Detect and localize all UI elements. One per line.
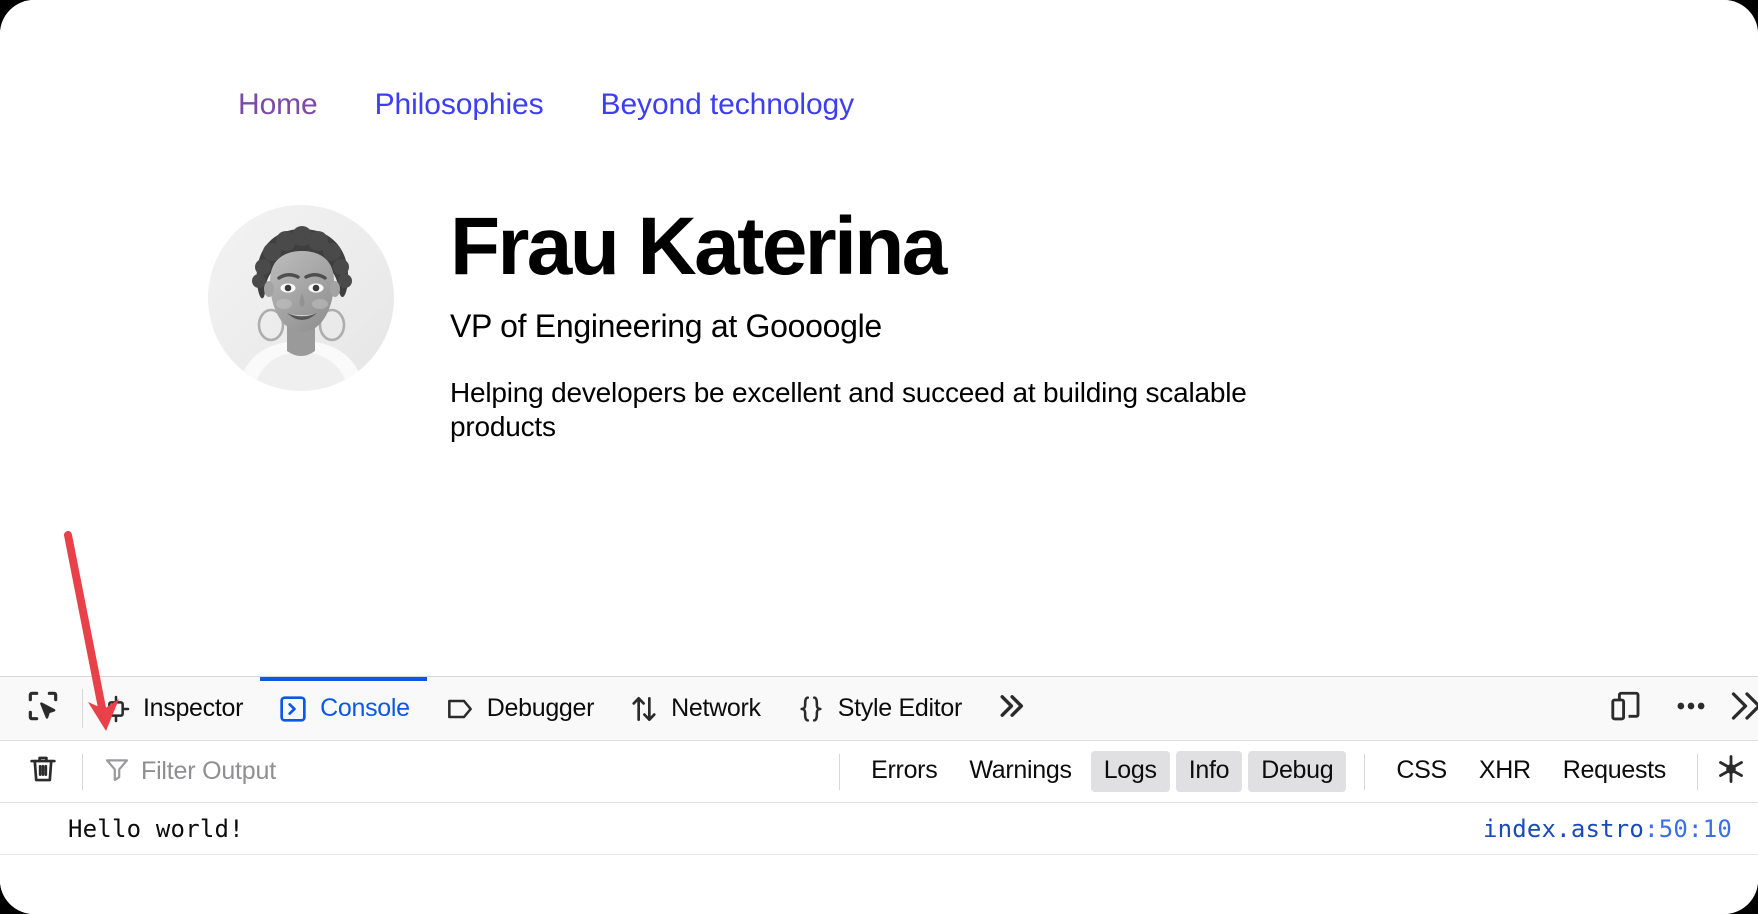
debugger-tag-icon — [444, 693, 476, 725]
console-prompt-icon — [277, 693, 309, 725]
avatar — [208, 205, 394, 391]
element-picker-icon — [24, 687, 62, 730]
filter-requests[interactable]: Requests — [1550, 751, 1679, 792]
devtools-panel: Inspector Console — [0, 676, 1758, 914]
filter-debug[interactable]: Debug — [1248, 751, 1346, 792]
inspector-icon — [100, 693, 132, 725]
element-picker-button[interactable] — [0, 677, 82, 740]
funnel-icon — [103, 755, 131, 788]
hero-section: Frau Katerina VP of Engineering at Goooo… — [208, 205, 1350, 444]
console-settings-icon — [1714, 752, 1748, 791]
web-page-viewport: Home Philosophies Beyond technology — [0, 0, 1758, 676]
tabs-overflow-button[interactable] — [979, 677, 1041, 740]
console-message-text: Hello world! — [68, 815, 244, 843]
network-arrows-icon — [628, 693, 660, 725]
hero-text: Frau Katerina VP of Engineering at Goooo… — [450, 205, 1350, 444]
nav-link-beyond-technology[interactable]: Beyond technology — [601, 88, 855, 122]
search-input[interactable] — [141, 757, 839, 786]
filter-logs[interactable]: Logs — [1091, 751, 1170, 792]
devtools-menu-button[interactable] — [1658, 677, 1724, 740]
devtools-toolbar: Inspector Console — [0, 677, 1758, 741]
site-navigation: Home Philosophies Beyond technology — [238, 88, 854, 122]
style-editor-braces-icon — [795, 693, 827, 725]
console-source-position: :50:10 — [1644, 815, 1732, 843]
console-output[interactable]: Hello world! index.astro:50:10 — [0, 803, 1758, 914]
responsive-design-mode-icon — [1608, 688, 1644, 729]
clear-console-button[interactable] — [0, 752, 82, 791]
severity-filter-group: Errors Warnings Logs Info Debug — [840, 751, 1364, 792]
console-source-link[interactable]: index.astro:50:10 — [1483, 815, 1732, 843]
filter-info[interactable]: Info — [1176, 751, 1243, 792]
filter-errors[interactable]: Errors — [858, 751, 950, 792]
close-devtools-button[interactable] — [1724, 677, 1758, 740]
tab-inspector[interactable]: Inspector — [83, 677, 260, 740]
meatball-menu-icon — [1672, 687, 1710, 730]
tab-network[interactable]: Network — [611, 677, 778, 740]
nav-link-philosophies[interactable]: Philosophies — [375, 88, 544, 122]
console-settings-button[interactable] — [1698, 752, 1758, 791]
filter-warnings[interactable]: Warnings — [956, 751, 1084, 792]
tab-style-editor-label: Style Editor — [838, 694, 962, 723]
filter-input-wrap[interactable] — [83, 755, 839, 788]
tab-style-editor[interactable]: Style Editor — [778, 677, 979, 740]
browser-window: Home Philosophies Beyond technology — [0, 0, 1758, 914]
hero-bio: Helping developers be excellent and succ… — [450, 376, 1350, 444]
responsive-design-mode-button[interactable] — [1594, 677, 1658, 740]
tab-console-label: Console — [320, 694, 410, 723]
tab-inspector-label: Inspector — [143, 694, 243, 723]
devtools-tabs: Inspector Console — [83, 677, 1041, 740]
tab-debugger[interactable]: Debugger — [427, 677, 611, 740]
console-message-row[interactable]: Hello world! index.astro:50:10 — [0, 803, 1758, 855]
devtools-toolbar-actions — [1594, 677, 1758, 740]
filter-css[interactable]: CSS — [1383, 751, 1460, 792]
console-filter-bar: Errors Warnings Logs Info Debug CSS XHR … — [0, 741, 1758, 803]
trash-icon — [26, 752, 60, 791]
nav-link-home[interactable]: Home — [238, 88, 318, 122]
hero-role: VP of Engineering at Goooogle — [450, 307, 1350, 345]
close-devtools-icon — [1726, 688, 1758, 729]
tab-debugger-label: Debugger — [487, 694, 594, 723]
page-title: Frau Katerina — [450, 207, 1350, 287]
tab-network-label: Network — [671, 694, 761, 723]
tab-console[interactable]: Console — [260, 677, 427, 740]
request-filter-group: CSS XHR Requests — [1365, 751, 1697, 792]
chevron-double-right-icon — [993, 689, 1027, 728]
console-source-file: index.astro — [1483, 815, 1644, 843]
filter-xhr[interactable]: XHR — [1466, 751, 1544, 792]
